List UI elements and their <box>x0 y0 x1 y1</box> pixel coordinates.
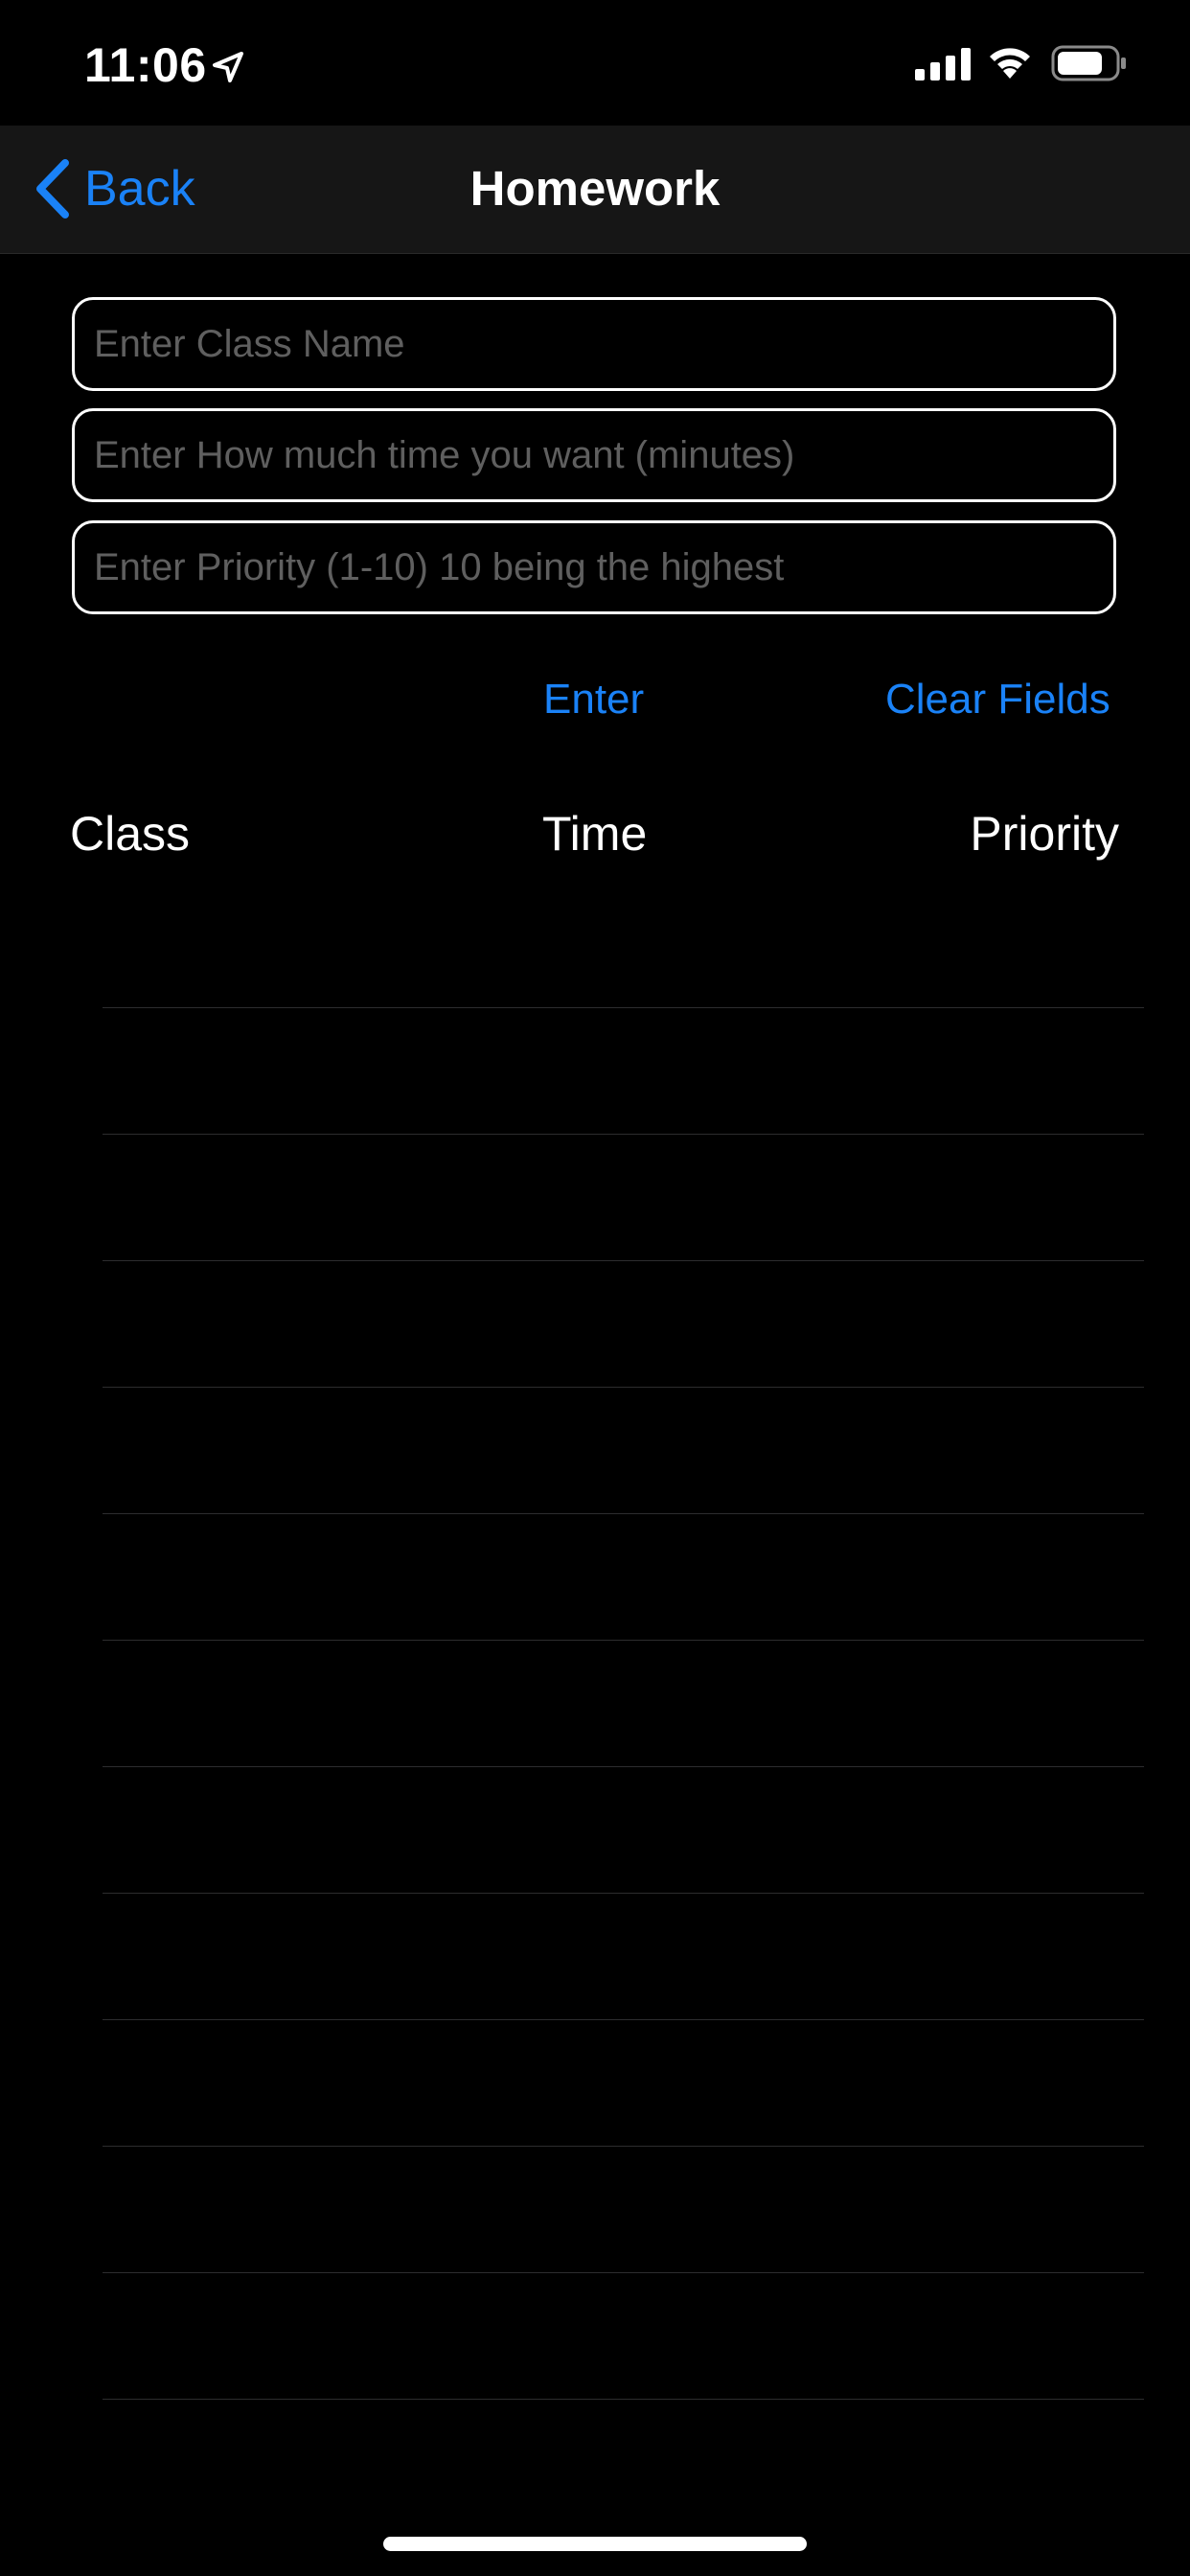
table-row[interactable] <box>0 2273 1190 2400</box>
table-row[interactable] <box>0 1641 1190 1767</box>
class-name-field-container <box>72 297 1116 391</box>
table-row[interactable] <box>0 1261 1190 1388</box>
table-row[interactable] <box>0 2020 1190 2147</box>
wifi-icon <box>990 48 1030 79</box>
time-minutes-input[interactable] <box>75 411 1113 499</box>
table-row[interactable] <box>0 1008 1190 1135</box>
table-row[interactable] <box>0 1388 1190 1514</box>
column-header-priority: Priority <box>970 807 1119 861</box>
priority-input[interactable] <box>75 523 1113 611</box>
column-header-time: Time <box>542 807 648 861</box>
page-title: Homework <box>469 161 721 216</box>
table-row[interactable] <box>0 1514 1190 1641</box>
class-name-input[interactable] <box>75 300 1113 388</box>
status-bar: 11:06 <box>0 0 1190 126</box>
table-row[interactable] <box>0 1767 1190 1894</box>
home-indicator[interactable] <box>383 2537 807 2551</box>
homework-table[interactable] <box>0 882 1190 2453</box>
table-row[interactable] <box>0 882 1190 1008</box>
table-row[interactable] <box>0 1135 1190 1261</box>
row-separator <box>103 2399 1144 2400</box>
navigation-bar: Back Homework <box>0 126 1190 254</box>
location-arrow-icon <box>213 52 243 82</box>
table-row[interactable] <box>0 1894 1190 2020</box>
battery-icon <box>1051 45 1126 81</box>
cellular-signal-icon <box>915 48 971 80</box>
time-field-container <box>72 408 1116 502</box>
enter-button[interactable]: Enter <box>543 673 644 726</box>
priority-field-container <box>72 520 1116 614</box>
column-header-class: Class <box>70 807 191 861</box>
clear-fields-button[interactable]: Clear Fields <box>885 673 1110 726</box>
table-row[interactable] <box>0 2147 1190 2273</box>
status-time: 11:06 <box>84 38 207 92</box>
